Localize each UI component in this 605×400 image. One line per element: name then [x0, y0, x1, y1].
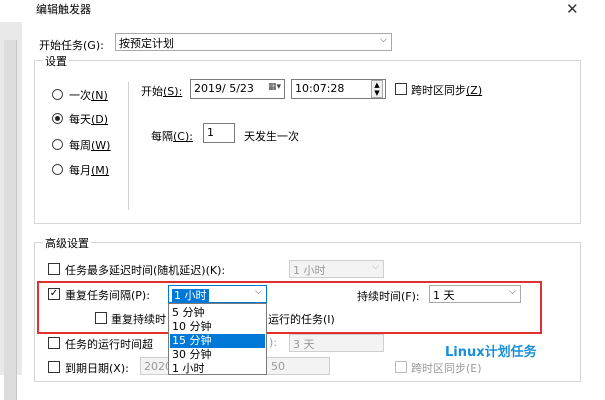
expire-date-field[interactable]: 2020/: [140, 357, 176, 375]
expire-label: 到期日期(X):: [65, 362, 129, 375]
window-title: 编辑触发器: [36, 3, 91, 16]
repeat-interval-dropdown: 5 分钟 10 分钟 15 分钟 30 分钟 1 小时: [168, 303, 267, 375]
dropdown-option[interactable]: 30 分钟: [170, 348, 265, 362]
expire-sync-label: 跨时区同步(E): [411, 362, 482, 375]
recur-label: 每隔(C):: [151, 130, 193, 143]
expire-sync-checkbox[interactable]: [395, 361, 407, 373]
watermark-text: Linux计划任务: [445, 345, 537, 360]
duration-select[interactable]: 1 天 ⌵: [429, 285, 521, 303]
radio-daily-label: 每天(D): [69, 113, 109, 126]
radio-once[interactable]: [52, 89, 63, 100]
chevron-down-icon: ⌵: [372, 262, 379, 272]
settings-divider: [128, 82, 129, 210]
repeat-label: 重复任务间隔(P):: [65, 289, 150, 302]
duration-label: 持续时间(F):: [357, 290, 420, 303]
advanced-legend: 高级设置: [43, 235, 91, 251]
sync-timezone-checkbox[interactable]: [395, 83, 407, 95]
begin-task-select[interactable]: 按预定计划 ⌵: [115, 33, 392, 51]
expire-time-field[interactable]: 50: [266, 357, 330, 375]
expire-time-value: 50: [271, 360, 285, 373]
repeat-checkbox[interactable]: ✓: [48, 288, 60, 300]
repeat-interval-select[interactable]: 1 小时 ⌵: [168, 285, 267, 303]
radio-daily[interactable]: [52, 113, 63, 124]
start-date-picker[interactable]: 2019/ 5/23 ▦▾: [190, 79, 285, 99]
radio-weekly-label: 每周(W): [69, 139, 111, 152]
start-time-value: 10:07:28: [295, 82, 345, 95]
duration-value: 1 天: [433, 289, 455, 302]
start-label: 开始(S):: [141, 85, 183, 98]
delay-label: 任务最多延迟时间(随机延迟)(K):: [65, 264, 226, 277]
stop-if-label: 任务的运行时间超: [65, 338, 153, 351]
delay-value: 1 小时: [293, 264, 326, 277]
calendar-dropdown-icon[interactable]: ▦▾: [268, 82, 281, 92]
repeat-interval-value: 1 小时: [172, 289, 209, 302]
stop-if-label-tail: ):: [269, 336, 277, 349]
expire-checkbox[interactable]: [48, 361, 60, 373]
stop-if-select[interactable]: 3 天: [289, 334, 384, 352]
stop-if-checkbox[interactable]: [48, 337, 60, 349]
close-icon[interactable]: ✕: [566, 0, 579, 18]
delay-select[interactable]: 1 小时 ⌵: [289, 260, 384, 278]
radio-monthly[interactable]: [52, 164, 63, 175]
begin-task-value: 按预定计划: [119, 37, 174, 50]
radio-weekly[interactable]: [52, 139, 63, 150]
stop-repeat-label-a: 重复持续时: [111, 313, 166, 326]
recur-suffix: 天发生一次: [244, 130, 299, 143]
stop-if-value: 3 天: [293, 338, 315, 351]
chevron-down-icon: ⌵: [255, 287, 262, 297]
dropdown-option-selected[interactable]: 15 分钟: [170, 334, 265, 348]
radio-monthly-label: 每月(M): [69, 164, 110, 177]
dropdown-option[interactable]: 1 小时: [170, 362, 265, 376]
dropdown-option[interactable]: 5 分钟: [170, 306, 265, 320]
dropdown-option[interactable]: 10 分钟: [170, 320, 265, 334]
recur-days-input[interactable]: 1: [203, 123, 235, 143]
begin-task-label: 开始任务(G):: [39, 39, 104, 52]
chevron-down-icon: ⌵: [509, 287, 516, 297]
recur-days-value: 1: [207, 126, 214, 139]
sync-timezone-label: 跨时区同步(Z): [411, 84, 483, 97]
background-window-strip: [0, 22, 22, 400]
delay-checkbox[interactable]: [48, 263, 60, 275]
time-spinner-icon[interactable]: ▲ ▼: [371, 80, 383, 98]
chevron-down-icon: ⌵: [380, 35, 387, 45]
stop-repeat-label-b: 运行的任务(I): [268, 313, 335, 326]
stop-repeat-checkbox[interactable]: [95, 312, 107, 324]
start-date-value: 2019/ 5/23: [194, 82, 254, 95]
settings-legend: 设置: [43, 53, 69, 69]
radio-once-label: 一次(N): [69, 89, 108, 102]
